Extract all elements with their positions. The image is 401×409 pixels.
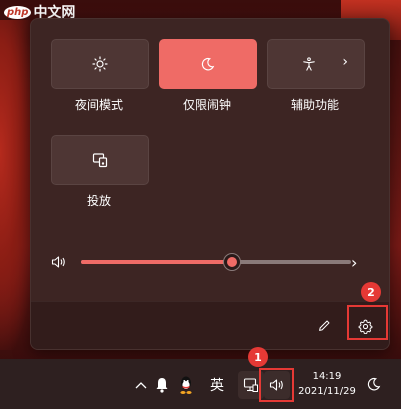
annotation-highlight-speaker	[259, 368, 294, 402]
taskbar-clock[interactable]: 14:19 2021/11/29	[296, 369, 358, 399]
annotation-highlight-settings	[347, 305, 388, 340]
moon-icon[interactable]	[364, 374, 384, 394]
tile-alarms-only-label: 仅限闹钟	[182, 98, 231, 112]
tile-cast-label: 投放	[86, 194, 111, 208]
volume-slider-fill	[81, 260, 233, 264]
chevron-up-icon[interactable]	[131, 375, 151, 395]
volume-slider-thumb[interactable]	[223, 253, 242, 271]
qq-icon[interactable]	[176, 374, 196, 396]
tile-cast[interactable]	[51, 135, 149, 185]
tile-night-mode-label: 夜间模式	[74, 98, 123, 112]
annotation-badge-2: 2	[361, 282, 381, 302]
network-icon	[243, 378, 258, 392]
pencil-icon	[319, 320, 330, 331]
quick-settings-body: 夜间模式 仅限闹钟 › 辅助功能 投放 ›	[31, 19, 389, 301]
watermark-logo: php	[4, 5, 32, 19]
tile-accessibility[interactable]: ›	[267, 39, 365, 89]
annotation-badge-1: 1	[248, 347, 268, 367]
cast-icon	[92, 153, 108, 168]
chevron-right-icon: ›	[342, 54, 348, 70]
quick-settings-panel: 夜间模式 仅限闹钟 › 辅助功能 投放 ›	[30, 18, 390, 350]
quick-settings-footer	[31, 301, 389, 349]
brightness-icon	[92, 56, 108, 72]
tile-night-mode[interactable]	[51, 39, 149, 89]
clock-time: 14:19	[312, 371, 342, 382]
volume-output-arrow-icon[interactable]: ›	[351, 253, 357, 272]
moon-icon	[201, 57, 215, 71]
clock-date: 2021/11/29	[298, 386, 356, 397]
speaker-icon[interactable]	[51, 255, 67, 269]
edit-button[interactable]	[310, 312, 338, 340]
bell-icon[interactable]	[152, 375, 172, 395]
accessibility-icon	[303, 57, 315, 71]
tile-alarms-only[interactable]	[159, 39, 257, 89]
ime-indicator[interactable]: 英	[206, 374, 228, 396]
volume-slider[interactable]	[81, 253, 351, 271]
tile-accessibility-label: 辅助功能	[290, 98, 339, 112]
